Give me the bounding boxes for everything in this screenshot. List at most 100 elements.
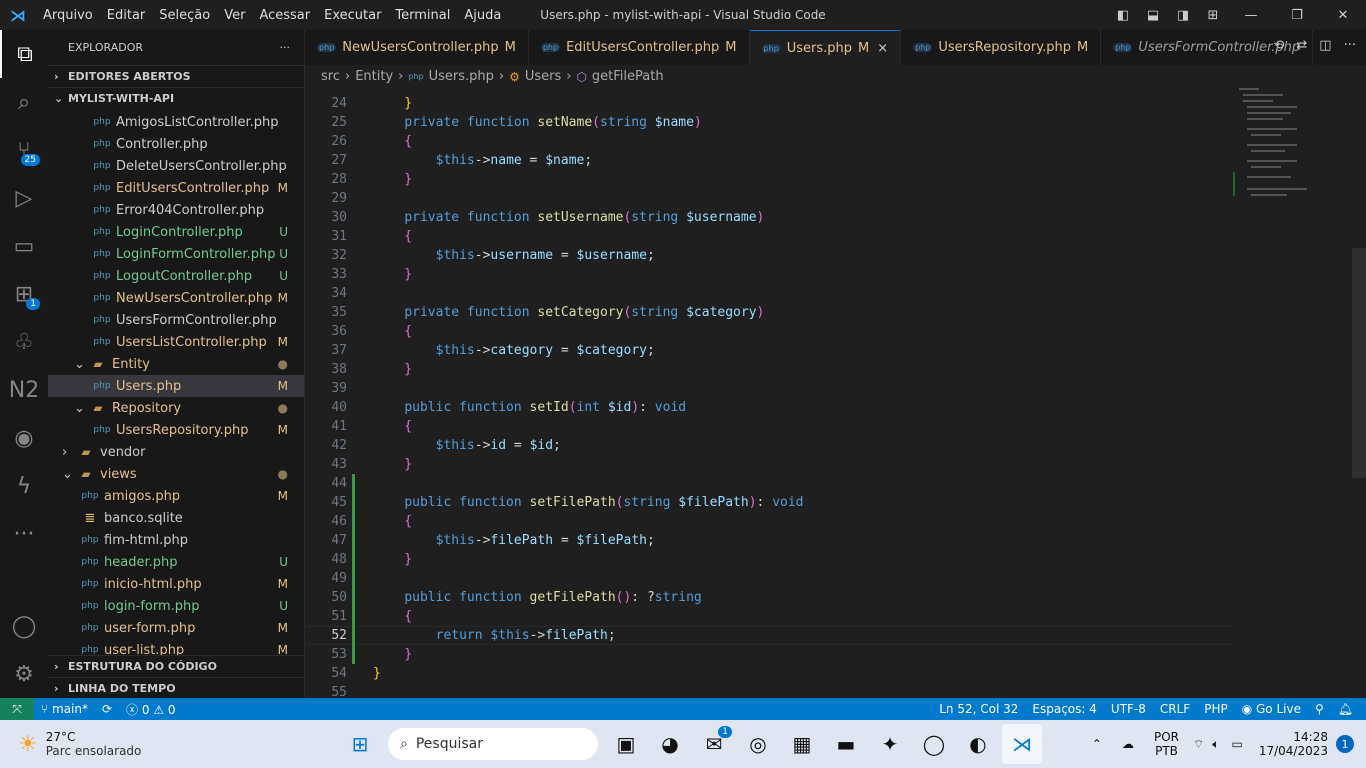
layout-toggle-icon[interactable]: ◧ [1108, 8, 1138, 23]
feedback-icon[interactable]: ⚲ [1308, 702, 1331, 716]
file-item[interactable]: php amigos.php M [48, 485, 304, 507]
folder-item[interactable]: › ▰ vendor [48, 441, 304, 463]
code-line[interactable]: 49 [305, 569, 1235, 588]
menu-5[interactable]: Executar [317, 8, 388, 23]
code-line[interactable]: 31 { [305, 227, 1235, 246]
folder-item[interactable]: ⌄ ▰ views ● [48, 463, 304, 485]
code-line[interactable]: 36 { [305, 322, 1235, 341]
code-line[interactable]: 30 private function setUsername(string $… [305, 208, 1235, 227]
code-line[interactable]: 52 return $this->filePath; [305, 626, 1235, 645]
breadcrumb-item[interactable]: Entity [355, 69, 393, 84]
code-line[interactable]: 45 public function setFilePath(string $f… [305, 493, 1235, 512]
language-mode[interactable]: PHP [1197, 702, 1235, 716]
code-editor[interactable]: 24 } 25 private function setName(string $… [305, 94, 1235, 702]
file-item[interactable]: php Controller.php [48, 133, 304, 155]
chat-icon[interactable]: ◕ [650, 724, 690, 764]
code-line[interactable]: 26 { [305, 132, 1235, 151]
code-line[interactable]: 54} [305, 664, 1235, 683]
start-button[interactable]: ⊞ [340, 724, 380, 764]
tree-icon[interactable]: ♧ [0, 318, 48, 366]
code-line[interactable]: 48 } [305, 550, 1235, 569]
account-icon[interactable]: ◯ [0, 602, 48, 650]
timeline-history-icon[interactable]: ⟲ [1273, 38, 1284, 53]
problems-indicator[interactable]: ⓧ 0 ⚠ 0 [119, 701, 183, 718]
file-item[interactable]: php EditUsersController.php M [48, 177, 304, 199]
more-actions-button[interactable]: ··· [280, 41, 291, 54]
file-item[interactable]: php LoginFormController.php U [48, 243, 304, 265]
file-item[interactable]: php fim-html.php [48, 529, 304, 551]
compare-changes-icon[interactable]: ⇄ [1296, 38, 1307, 53]
code-line[interactable]: 34 [305, 284, 1235, 303]
close-tab-icon[interactable]: × [877, 41, 888, 56]
code-line[interactable]: 32 $this->username = $username; [305, 246, 1235, 265]
outline-section[interactable]: › ESTRUTURA DO CÓDIGO [48, 655, 304, 677]
customize-layout-icon[interactable]: ⊞ [1198, 8, 1228, 23]
input-language[interactable]: POR PTB [1154, 730, 1179, 758]
explorer-icon[interactable]: ⧉ [0, 30, 48, 78]
chrome-icon[interactable]: ◎ [738, 724, 778, 764]
remote-icon[interactable]: ⤧ [0, 698, 34, 720]
project-section[interactable]: ⌄ MYLIST-WITH-API [48, 87, 304, 109]
code-line[interactable]: 43 } [305, 455, 1235, 474]
file-item[interactable]: php NewUsersController.php M [48, 287, 304, 309]
weather-widget[interactable]: ☀ 27°C Parc ensolarado [18, 730, 338, 758]
code-line[interactable]: 27 $this->name = $name; [305, 151, 1235, 170]
code-line[interactable]: 44 [305, 474, 1235, 493]
code-line[interactable]: 39 [305, 379, 1235, 398]
more-actions-icon[interactable]: ··· [1344, 38, 1356, 53]
breadcrumb-item[interactable]: src [321, 69, 340, 84]
thunder-icon[interactable]: ϟ [0, 462, 48, 510]
breadcrumb-item[interactable]: getFilePath [592, 69, 664, 84]
remote-explorer-icon[interactable]: ▭ [0, 222, 48, 270]
menu-2[interactable]: Seleção [152, 8, 217, 23]
task-view-icon[interactable]: ▣ [606, 724, 646, 764]
branch-indicator[interactable]: ⑂ main* [34, 702, 95, 716]
code-line[interactable]: 40 public function setId(int $id): void [305, 398, 1235, 417]
file-item[interactable]: php Users.php M [48, 375, 304, 397]
go-live-button[interactable]: ◉ Go Live [1235, 702, 1308, 716]
battery-icon[interactable]: ▭ [1231, 737, 1242, 751]
extensions-icon[interactable]: ⊞ 1 [0, 270, 48, 318]
vertical-scrollbar[interactable] [1352, 248, 1366, 478]
menu-7[interactable]: Ajuda [457, 8, 508, 23]
source-control-icon[interactable]: ⑂ 25 [0, 126, 48, 174]
code-line[interactable]: 51 { [305, 607, 1235, 626]
file-item[interactable]: php UsersFormController.php [48, 309, 304, 331]
code-line[interactable]: 29 [305, 189, 1235, 208]
file-item[interactable]: php UsersRepository.php M [48, 419, 304, 441]
edge-icon[interactable]: ◐ [958, 724, 998, 764]
maximize-button[interactable]: ❐ [1274, 8, 1320, 23]
notifications-bell-icon[interactable]: 🔔︎ [1331, 702, 1360, 716]
file-item[interactable]: php Error404Controller.php [48, 199, 304, 221]
code-line[interactable]: 38 } [305, 360, 1235, 379]
breadcrumb-item[interactable]: Users [525, 69, 561, 84]
copilot-icon[interactable]: ✦ [870, 724, 910, 764]
code-line[interactable]: 24 } [305, 94, 1235, 113]
code-line[interactable]: 28 } [305, 170, 1235, 189]
file-item[interactable]: php login-form.php U [48, 595, 304, 617]
close-button[interactable]: ✕ [1320, 8, 1366, 23]
tab-edituserscontroller-php[interactable]: php EditUsersController.php M [529, 30, 750, 65]
code-line[interactable]: 41 { [305, 417, 1235, 436]
code-line[interactable]: 37 $this->category = $category; [305, 341, 1235, 360]
sync-icon[interactable]: ⟳ [95, 702, 119, 716]
menu-0[interactable]: Arquivo [36, 8, 100, 23]
notification-badge[interactable]: 1 [1336, 735, 1354, 753]
clock[interactable]: 14:28 17/04/2023 [1259, 730, 1328, 758]
sidebar-toggle-icon[interactable]: ◨ [1168, 8, 1198, 23]
volume-icon[interactable]: 🔈︎ [1212, 737, 1219, 752]
breadcrumb-item[interactable]: Users.php [429, 69, 494, 84]
minimap[interactable] [1233, 88, 1353, 208]
file-explorer-icon[interactable]: ▬ [826, 724, 866, 764]
file-item[interactable]: php LoginController.php U [48, 221, 304, 243]
more-icon[interactable]: ··· [0, 510, 48, 558]
mail-icon[interactable]: ✉ 1 [694, 724, 734, 764]
code-line[interactable]: 46 { [305, 512, 1235, 531]
dell-icon[interactable]: ◯ [914, 724, 954, 764]
onedrive-error-icon[interactable]: ☁ [1122, 737, 1134, 751]
menu-6[interactable]: Terminal [388, 8, 457, 23]
open-editors-section[interactable]: › EDITORES ABERTOS [48, 65, 304, 87]
folder-item[interactable]: ⌄ ▰ Entity ● [48, 353, 304, 375]
menu-1[interactable]: Editar [100, 8, 153, 23]
file-item[interactable]: ≣ banco.sqlite [48, 507, 304, 529]
